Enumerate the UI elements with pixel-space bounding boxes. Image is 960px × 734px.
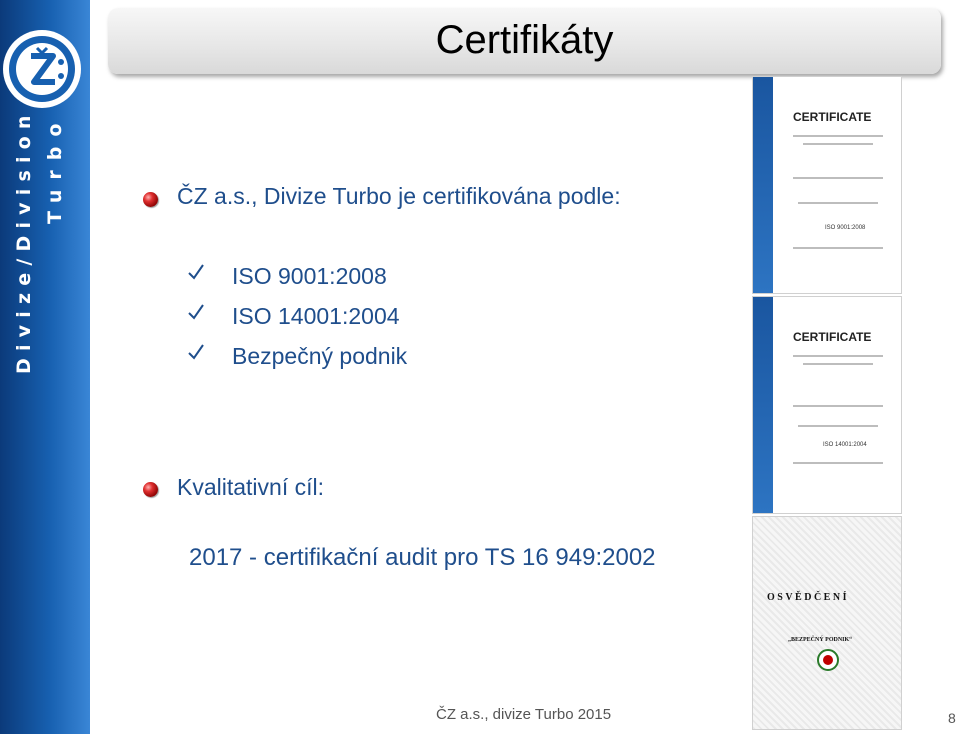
sidebar-turbo-text: Turbo: [44, 113, 66, 224]
certificate-heading: OSVĚDČENÍ: [767, 592, 849, 603]
cert-iso9001: ISO 9001:2008: [232, 263, 387, 289]
cert-iso14001: ISO 14001:2004: [232, 303, 400, 329]
certificate-border: [753, 297, 773, 513]
intro-text: ČZ a.s., Divize Turbo je certifikována p…: [177, 183, 621, 209]
cz-logo-icon: [3, 30, 81, 108]
cert-safe-company: Bezpečný podnik: [232, 343, 408, 369]
certificate-heading: CERTIFICATE: [793, 110, 872, 124]
checkmark-icon: [188, 304, 204, 320]
page-number: 8: [948, 710, 956, 726]
certificate-heading: CERTIFICATE: [793, 330, 872, 344]
certificate-text-line: [793, 462, 883, 464]
certificate-text-line: [798, 202, 878, 204]
certificate-text-line: [793, 177, 883, 179]
certificate-thumbnail-iso9001: CERTIFICATE ISO 9001:2008: [752, 76, 902, 294]
certificate-text-line: [798, 425, 878, 427]
certificate-text-line: [803, 143, 873, 145]
certificate-subtitle: „BEZPEČNÝ PODNIK“: [788, 637, 853, 643]
certificate-text-line: [793, 247, 883, 249]
certificate-thumbnail-safe-company: OSVĚDČENÍ „BEZPEČNÝ PODNIK“: [752, 516, 902, 730]
certificate-thumbnail-iso14001: CERTIFICATE ISO 14001:2004: [752, 296, 902, 514]
checkmark-icon: [188, 344, 204, 360]
certificate-background: [753, 517, 901, 729]
sidebar-division-text: Divize/Division: [13, 108, 35, 374]
quality-goal-text: 2017 - certifikační audit pro TS 16 949:…: [189, 544, 656, 571]
quality-goal-label: Kvalitativní cíl:: [177, 474, 324, 500]
safe-company-logo-icon: [817, 649, 839, 671]
bullet-icon: [143, 192, 158, 207]
certificate-border: [753, 77, 773, 293]
certificate-text-line: [793, 355, 883, 357]
certificate-standard: ISO 9001:2008: [825, 225, 866, 231]
title-bar: Certifikáty: [108, 8, 941, 74]
certificate-text-line: [793, 135, 883, 137]
certificate-text-line: [803, 363, 873, 365]
checkmark-icon: [188, 264, 204, 280]
footer-text: ČZ a.s., divize Turbo 2015: [436, 706, 612, 723]
bullet-icon: [143, 482, 158, 497]
page-title: Certifikáty: [435, 18, 614, 62]
certificate-text-line: [793, 405, 883, 407]
certificate-standard: ISO 14001:2004: [823, 442, 867, 448]
sidebar: Divize/Division Turbo: [0, 0, 90, 734]
